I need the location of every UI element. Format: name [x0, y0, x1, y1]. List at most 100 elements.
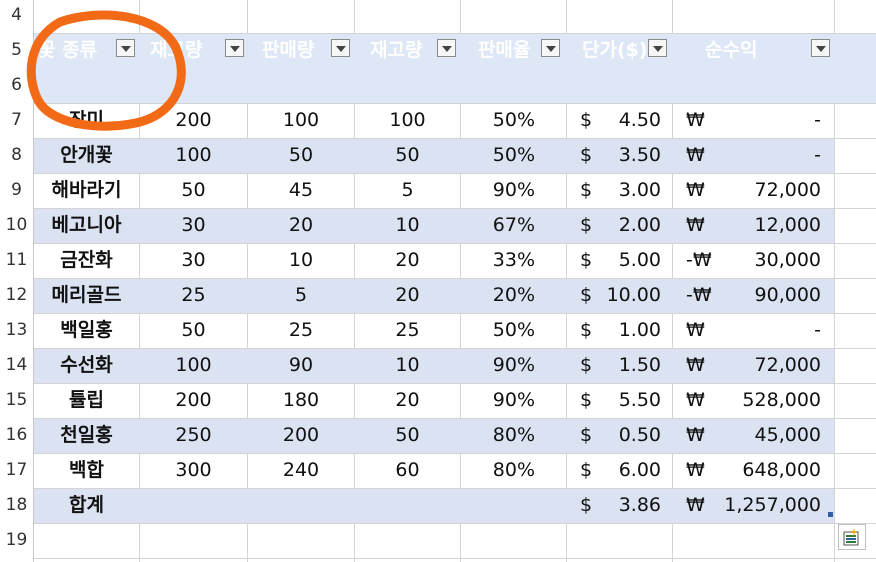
table-cell-c[interactable]: 60 — [355, 453, 460, 488]
column-header[interactable]: 재고량 — [150, 33, 230, 68]
table-cell-b[interactable]: 180 — [248, 383, 354, 418]
table-cell-usd[interactable]: $ — [580, 208, 600, 243]
table-cell-a[interactable]: 30 — [140, 243, 247, 278]
table-cell-won[interactable]: ₩ — [686, 348, 714, 383]
table-cell-c[interactable]: 5 — [355, 173, 460, 208]
dropdown-filter-icon[interactable] — [437, 39, 456, 57]
table-cell-a[interactable]: 250 — [140, 418, 247, 453]
table-cell-rate[interactable]: 50% — [461, 138, 535, 173]
row-number[interactable]: 14 — [0, 348, 33, 383]
table-cell-b[interactable]: 25 — [248, 313, 354, 348]
table-cell-rate[interactable]: 33% — [461, 243, 535, 278]
table-cell-profit[interactable]: - — [714, 313, 821, 348]
table-cell-won[interactable]: ₩ — [686, 138, 714, 173]
column-header[interactable]: 순수익 — [705, 33, 805, 68]
table-cell-price[interactable]: 3.50 — [600, 138, 661, 173]
table-cell-name[interactable]: 금잔화 — [34, 243, 139, 278]
table-cell-profit[interactable]: 45,000 — [714, 418, 821, 453]
table-cell-rate[interactable]: 90% — [461, 383, 535, 418]
table-cell-won[interactable]: ₩ — [686, 418, 714, 453]
table-cell-a[interactable]: 300 — [140, 453, 247, 488]
row-number[interactable]: 12 — [0, 278, 33, 313]
row-number[interactable]: 13 — [0, 313, 33, 348]
table-cell-rate[interactable]: 90% — [461, 173, 535, 208]
table-cell-usd[interactable]: $ — [580, 313, 600, 348]
total-cell-profit[interactable]: 1,257,000 — [714, 488, 821, 523]
table-cell-b[interactable]: 100 — [248, 103, 354, 138]
table-cell-rate[interactable]: 20% — [461, 278, 535, 313]
total-cell-won[interactable]: ₩ — [686, 488, 714, 523]
table-cell-rate[interactable]: 50% — [461, 103, 535, 138]
table-cell-usd[interactable]: $ — [580, 418, 600, 453]
table-cell-profit[interactable]: - — [714, 103, 821, 138]
table-cell-profit[interactable]: 528,000 — [714, 383, 821, 418]
table-cell-a[interactable]: 50 — [140, 173, 247, 208]
table-cell-rate[interactable]: 80% — [461, 453, 535, 488]
table-cell-c[interactable]: 50 — [355, 138, 460, 173]
table-cell-name[interactable]: 장미 — [34, 103, 139, 138]
table-cell-price[interactable]: 10.00 — [600, 278, 661, 313]
dropdown-filter-icon[interactable] — [331, 39, 350, 57]
table-cell-profit[interactable]: 30,000 — [714, 243, 821, 278]
total-cell-name[interactable]: 합계 — [34, 488, 139, 523]
table-cell-profit[interactable]: 648,000 — [714, 453, 821, 488]
spreadsheet-grid[interactable]: 4 5 6 7 8 9 10 11 12 13 14 15 16 17 18 19 꽃 종류 재고량 판매량 재고량… — [0, 0, 876, 562]
table-cell-a[interactable]: 100 — [140, 138, 247, 173]
table-cell-b[interactable]: 20 — [248, 208, 354, 243]
table-cell-price[interactable]: 5.50 — [600, 383, 661, 418]
total-cell-price[interactable]: 3.86 — [600, 488, 661, 523]
dropdown-filter-icon[interactable] — [116, 39, 135, 57]
table-cell-won[interactable]: ₩ — [686, 173, 714, 208]
table-cell-c[interactable]: 20 — [355, 383, 460, 418]
table-cell-b[interactable]: 240 — [248, 453, 354, 488]
table-cell-won[interactable]: ₩ — [686, 208, 714, 243]
column-header[interactable]: 꽃 종류 — [38, 33, 128, 68]
table-cell-price[interactable]: 3.00 — [600, 173, 661, 208]
table-cell-a[interactable]: 30 — [140, 208, 247, 243]
table-cell-a[interactable]: 200 — [140, 103, 247, 138]
table-cell-c[interactable]: 100 — [355, 103, 460, 138]
table-cell-profit[interactable]: 90,000 — [714, 278, 821, 313]
table-cell-c[interactable]: 20 — [355, 278, 460, 313]
table-cell-rate[interactable]: 80% — [461, 418, 535, 453]
table-cell-b[interactable]: 90 — [248, 348, 354, 383]
table-cell-a[interactable]: 200 — [140, 383, 247, 418]
table-cell-name[interactable]: 튤립 — [34, 383, 139, 418]
table-resize-handle[interactable] — [828, 512, 833, 517]
row-number[interactable]: 15 — [0, 383, 33, 418]
dropdown-filter-icon[interactable] — [811, 39, 830, 57]
table-cell-price[interactable]: 6.00 — [600, 453, 661, 488]
row-number[interactable]: 7 — [0, 103, 33, 138]
quick-analysis-button[interactable] — [838, 524, 866, 550]
table-cell-usd[interactable]: $ — [580, 103, 600, 138]
row-number[interactable]: 6 — [0, 68, 33, 103]
table-cell-usd[interactable]: $ — [580, 278, 600, 313]
table-cell-name[interactable]: 해바라기 — [34, 173, 139, 208]
table-cell-c[interactable]: 10 — [355, 208, 460, 243]
table-cell-price[interactable]: 1.50 — [600, 348, 661, 383]
table-cell-b[interactable]: 200 — [248, 418, 354, 453]
row-number[interactable]: 11 — [0, 243, 33, 278]
table-cell-b[interactable]: 50 — [248, 138, 354, 173]
table-cell-won[interactable]: ₩ — [686, 313, 714, 348]
table-cell-name[interactable]: 안개꽃 — [34, 138, 139, 173]
table-cell-a[interactable]: 50 — [140, 313, 247, 348]
table-cell-c[interactable]: 10 — [355, 348, 460, 383]
table-cell-price[interactable]: 5.00 — [600, 243, 661, 278]
table-cell-rate[interactable]: 90% — [461, 348, 535, 383]
table-cell-usd[interactable]: $ — [580, 173, 600, 208]
row-number[interactable]: 19 — [0, 523, 33, 558]
table-cell-a[interactable]: 100 — [140, 348, 247, 383]
table-cell-profit[interactable]: 72,000 — [714, 173, 821, 208]
table-cell-usd[interactable]: $ — [580, 243, 600, 278]
table-cell-price[interactable]: 4.50 — [600, 103, 661, 138]
table-cell-rate[interactable]: 50% — [461, 313, 535, 348]
table-cell-won[interactable]: ₩ — [686, 383, 714, 418]
table-cell-b[interactable]: 10 — [248, 243, 354, 278]
row-number[interactable]: 4 — [0, 0, 33, 33]
row-number[interactable]: 10 — [0, 208, 33, 243]
dropdown-filter-icon[interactable] — [225, 39, 244, 57]
table-cell-usd[interactable]: $ — [580, 348, 600, 383]
table-cell-price[interactable]: 0.50 — [600, 418, 661, 453]
row-number[interactable]: 9 — [0, 173, 33, 208]
